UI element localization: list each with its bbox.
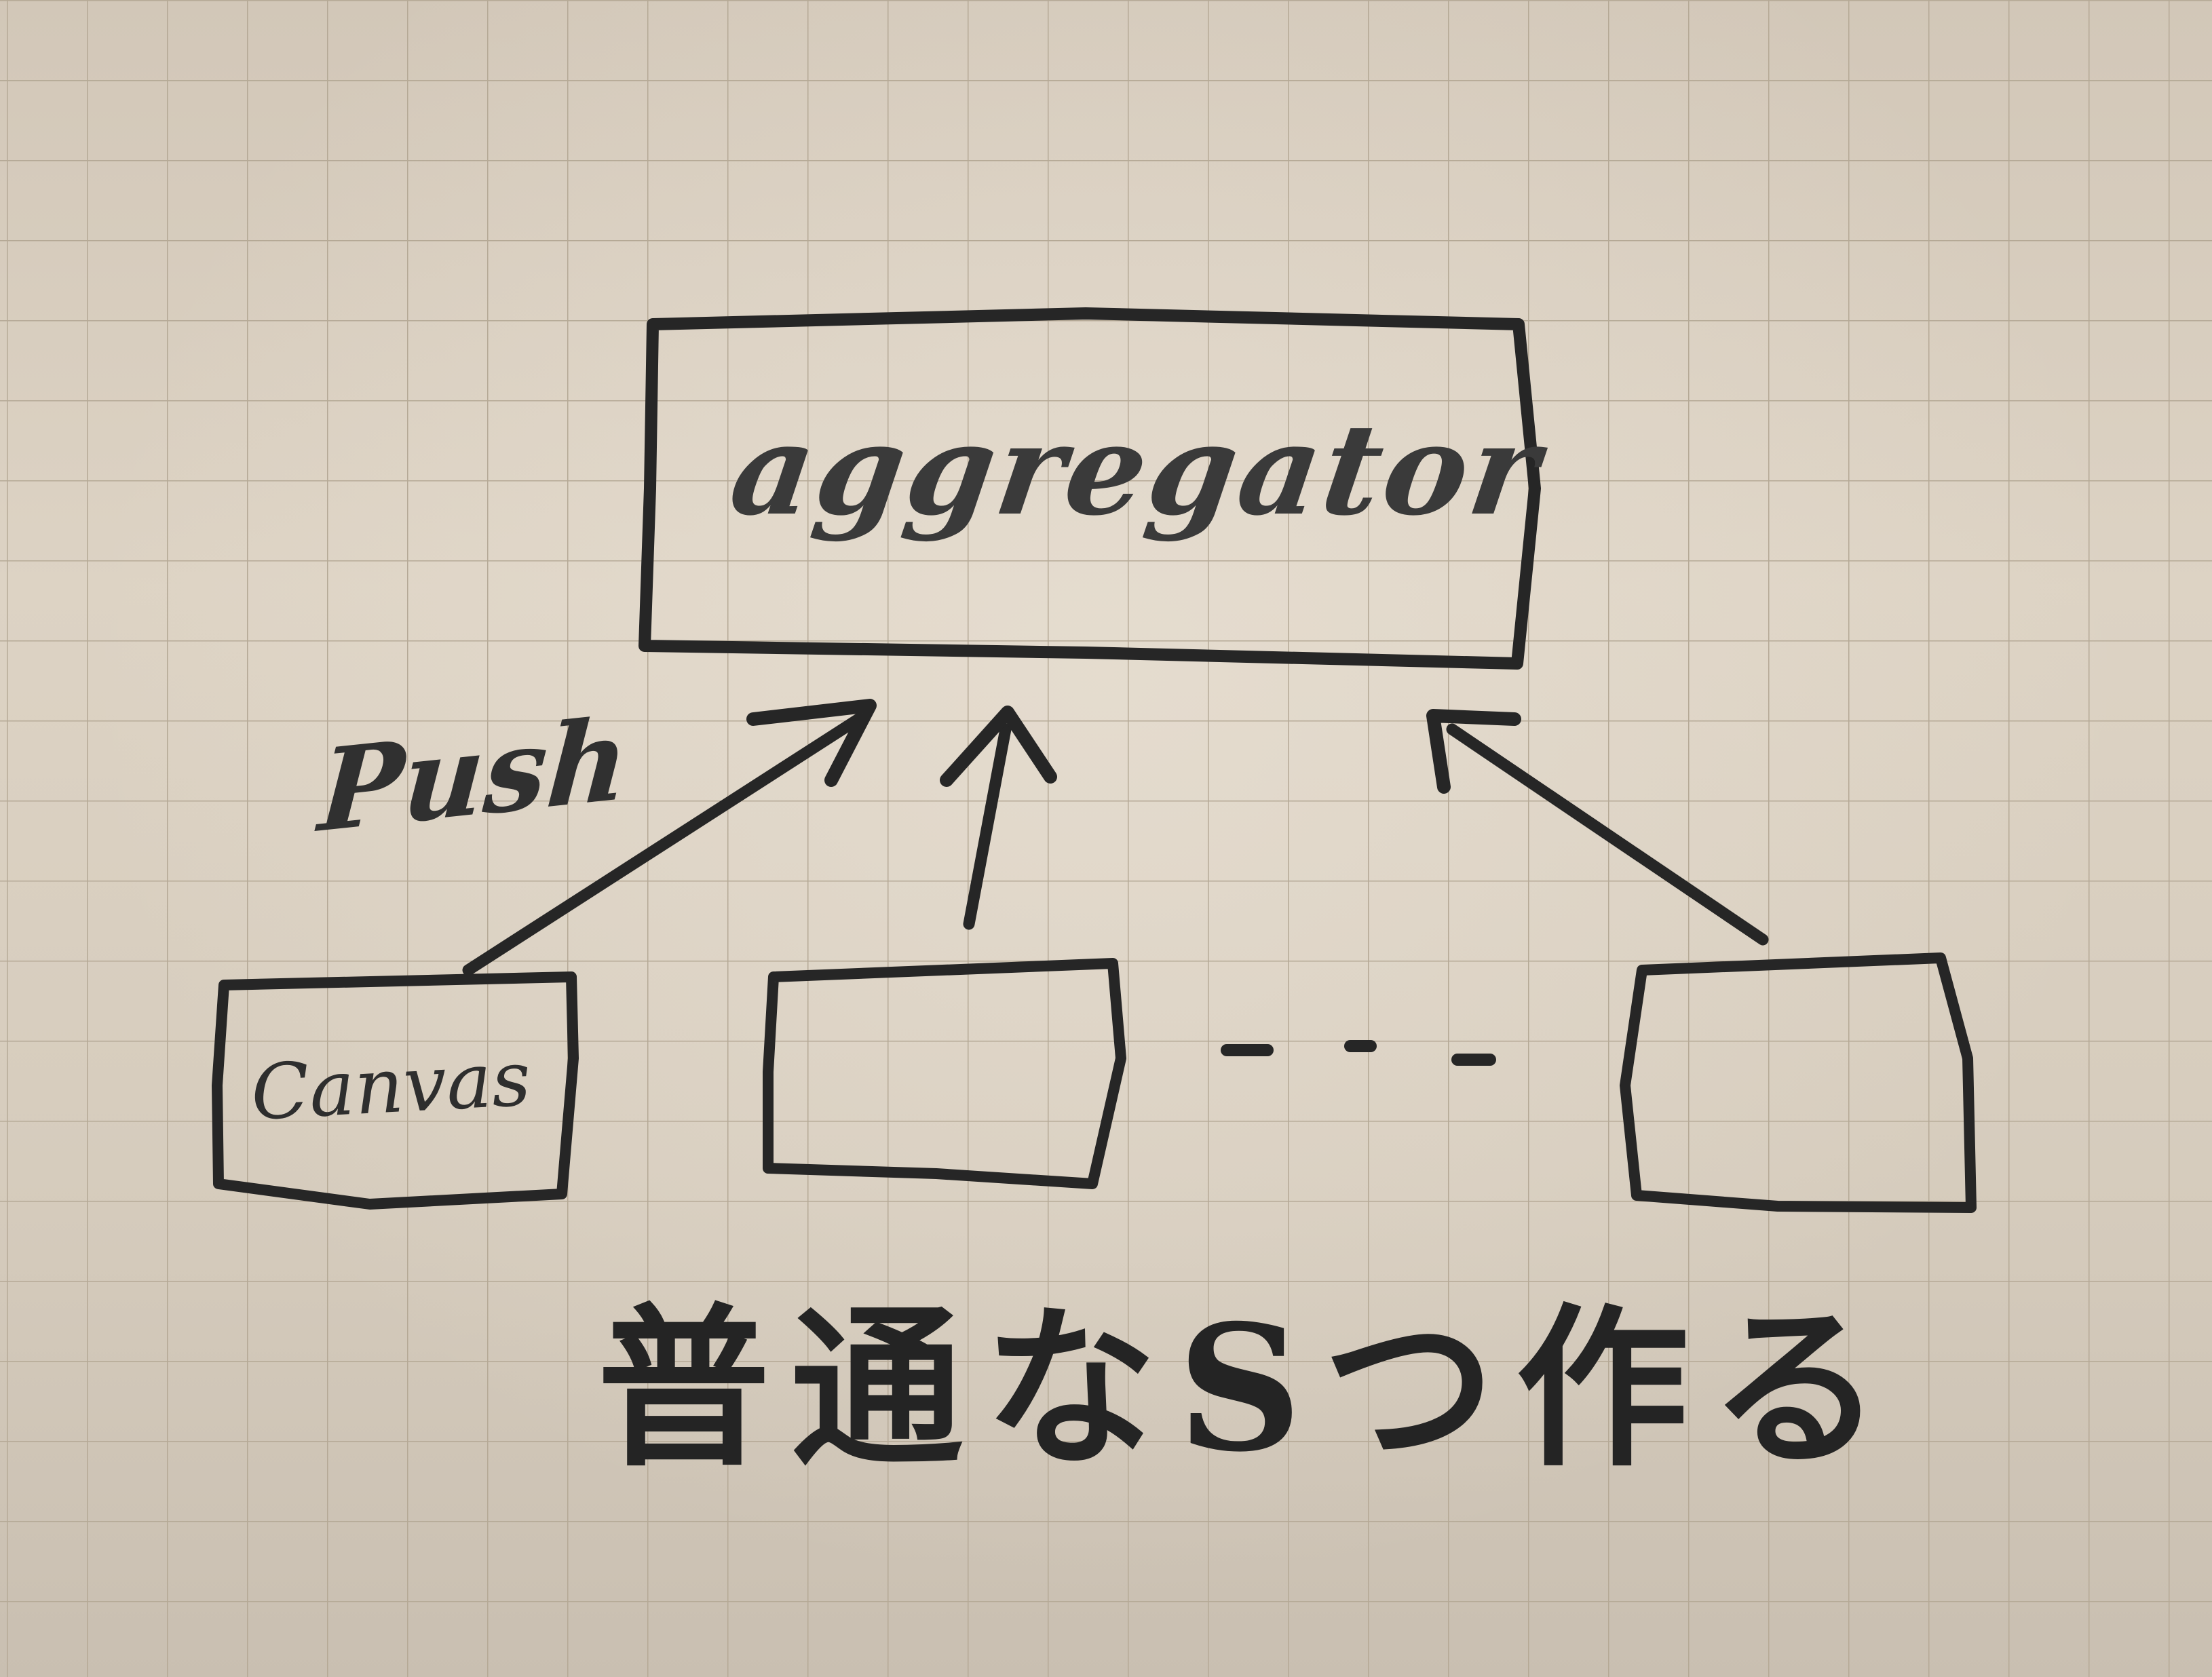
right-node-box: [1620, 952, 1977, 1213]
aggregator-label: aggregator: [722, 396, 1550, 543]
right-arrow-line: [1446, 723, 1769, 946]
right-arrowhead: [1426, 709, 1521, 794]
notebook-page: - - - aggregator Push Canvas 普通なSつ作る: [0, 0, 2212, 1677]
caption-handwritten: 普通なSつ作る: [597, 1288, 1903, 1490]
push-edge-label: Push: [315, 691, 633, 858]
ellipsis-text: - - -: [1221, 1053, 1234, 1060]
canvas-node-label: Canvas: [248, 1035, 533, 1138]
middle-node-box: [763, 958, 1126, 1189]
ellipsis-dashes: [1221, 1040, 1496, 1066]
